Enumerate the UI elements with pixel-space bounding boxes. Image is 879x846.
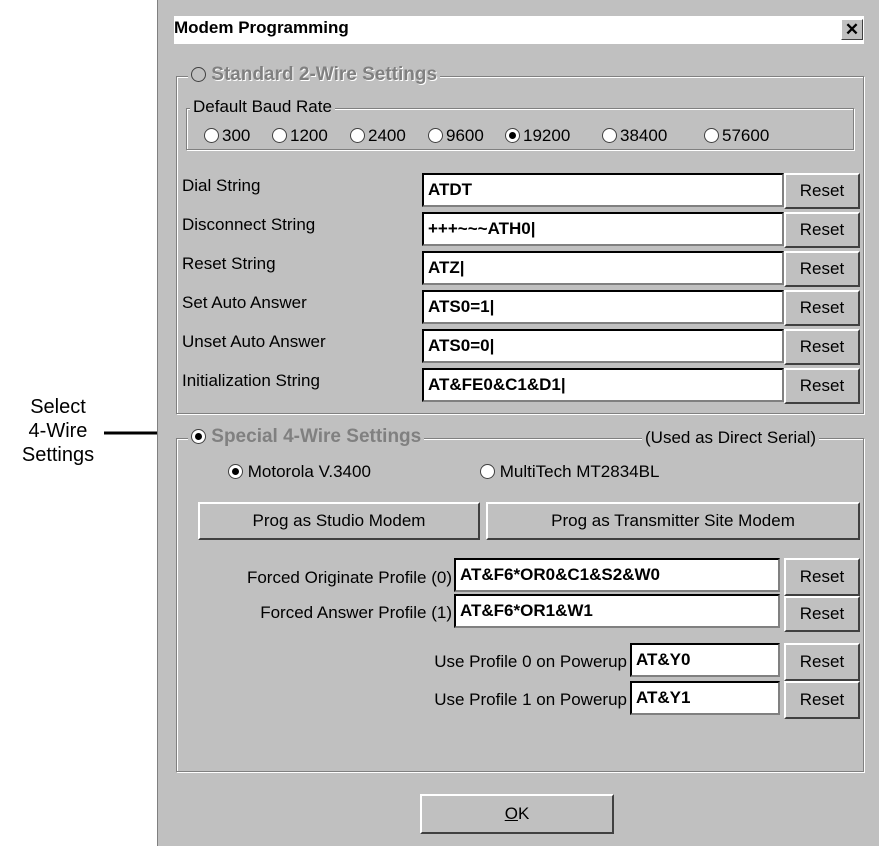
window-title: Modem Programming	[174, 18, 349, 37]
reset-string-label: Reset String	[182, 254, 276, 273]
set-auto-answer-field[interactable]: ATS0=1|	[422, 290, 784, 324]
baud-rate-group-label: Default Baud Rate	[190, 97, 335, 117]
use-profile-1-field[interactable]: AT&Y1	[630, 681, 780, 715]
unset-auto-answer-reset-button[interactable]: Reset	[784, 329, 860, 365]
callout-line-1: Select	[30, 396, 86, 418]
set-auto-answer-label: Set Auto Answer	[182, 293, 307, 312]
baud-label-19200: 19200	[523, 126, 571, 145]
initialization-string-label: Initialization String	[182, 371, 320, 390]
standard-2wire-radio-row[interactable]: Standard 2-Wire Settings	[188, 64, 441, 86]
use-profile-0-label: Use Profile 0 on Powerup	[434, 652, 627, 671]
motorola-option[interactable]: Motorola V.3400	[228, 462, 371, 482]
close-button[interactable]: ✕	[841, 19, 863, 40]
callout-label: Select 4-Wire Settings	[0, 395, 116, 467]
baud-option-9600[interactable]: 9600	[428, 126, 484, 146]
direct-serial-note: (Used as Direct Serial)	[642, 428, 819, 448]
baud-label-1200: 1200	[290, 126, 328, 145]
baud-option-19200[interactable]: 19200	[505, 126, 570, 146]
callout-line-3: Settings	[21, 444, 95, 466]
forced-answer-label: Forced Answer Profile (1)	[260, 603, 452, 622]
baud-option-57600[interactable]: 57600	[704, 126, 769, 146]
ok-button[interactable]: OK	[420, 794, 614, 834]
baud-option-2400[interactable]: 2400	[350, 126, 406, 146]
standard-2wire-label: Standard 2-Wire Settings	[211, 64, 438, 85]
baud-option-300[interactable]: 300	[204, 126, 250, 146]
baud-radio-19200[interactable]	[505, 127, 520, 143]
baud-label-9600: 9600	[446, 126, 484, 145]
forced-answer-field[interactable]: AT&F6*OR1&W1	[454, 594, 780, 628]
special-4wire-radio[interactable]	[191, 429, 206, 445]
reset-string-reset-button[interactable]: Reset	[784, 251, 860, 287]
baud-label-2400: 2400	[368, 126, 406, 145]
baud-radio-1200[interactable]	[272, 127, 287, 143]
baud-option-1200[interactable]: 1200	[272, 126, 328, 146]
multitech-radio[interactable]	[480, 463, 495, 479]
multitech-label: MultiTech MT2834BL	[499, 462, 660, 481]
initialization-string-reset-button[interactable]: Reset	[784, 368, 860, 404]
motorola-label: Motorola V.3400	[247, 462, 371, 481]
dial-string-field[interactable]: ATDT	[422, 173, 784, 207]
motorola-radio[interactable]	[228, 463, 243, 479]
forced-originate-label: Forced Originate Profile (0)	[246, 568, 452, 587]
baud-radio-57600[interactable]	[704, 127, 719, 143]
baud-radio-9600[interactable]	[428, 127, 443, 143]
multitech-option[interactable]: MultiTech MT2834BL	[480, 462, 659, 482]
use-profile-1-label: Use Profile 1 on Powerup	[434, 690, 627, 709]
baud-radio-300[interactable]	[204, 127, 219, 143]
baud-label-300: 300	[222, 126, 251, 145]
callout-line-2: 4-Wire	[28, 420, 88, 442]
special-4wire-label: Special 4-Wire Settings	[211, 426, 422, 447]
unset-auto-answer-label: Unset Auto Answer	[182, 332, 326, 351]
forced-originate-reset-button[interactable]: Reset	[784, 558, 860, 596]
dial-string-label: Dial String	[182, 176, 261, 195]
use-profile-0-reset-button[interactable]: Reset	[784, 643, 860, 681]
baud-option-38400[interactable]: 38400	[602, 126, 667, 146]
baud-radio-2400[interactable]	[350, 127, 365, 143]
baud-label-38400: 38400	[620, 126, 668, 145]
set-auto-answer-reset-button[interactable]: Reset	[784, 290, 860, 326]
special-4wire-radio-row[interactable]: Special 4-Wire Settings	[188, 426, 425, 448]
disconnect-string-reset-button[interactable]: Reset	[784, 212, 860, 248]
forced-answer-reset-button[interactable]: Reset	[784, 596, 860, 632]
baud-label-57600: 57600	[722, 126, 770, 145]
use-profile-0-field[interactable]: AT&Y0	[630, 643, 780, 677]
prog-transmitter-button[interactable]: Prog as Transmitter Site Modem	[486, 502, 860, 540]
modem-programming-dialog: Modem Programming ✕ Standard 2-Wire Sett…	[157, 0, 879, 846]
disconnect-string-label: Disconnect String	[182, 215, 316, 234]
initialization-string-field[interactable]: AT&FE0&C1&D1|	[422, 368, 784, 402]
forced-originate-field[interactable]: AT&F6*OR0&C1&S2&W0	[454, 558, 780, 592]
unset-auto-answer-field[interactable]: ATS0=0|	[422, 329, 784, 363]
prog-studio-button[interactable]: Prog as Studio Modem	[198, 502, 480, 540]
use-profile-1-reset-button[interactable]: Reset	[784, 681, 860, 719]
dial-string-reset-button[interactable]: Reset	[784, 173, 860, 209]
disconnect-string-field[interactable]: +++~~~ATH0|	[422, 212, 784, 246]
reset-string-field[interactable]: ATZ|	[422, 251, 784, 285]
standard-2wire-radio[interactable]	[191, 67, 206, 83]
baud-radio-38400[interactable]	[602, 127, 617, 143]
ok-label: OK	[504, 804, 530, 823]
